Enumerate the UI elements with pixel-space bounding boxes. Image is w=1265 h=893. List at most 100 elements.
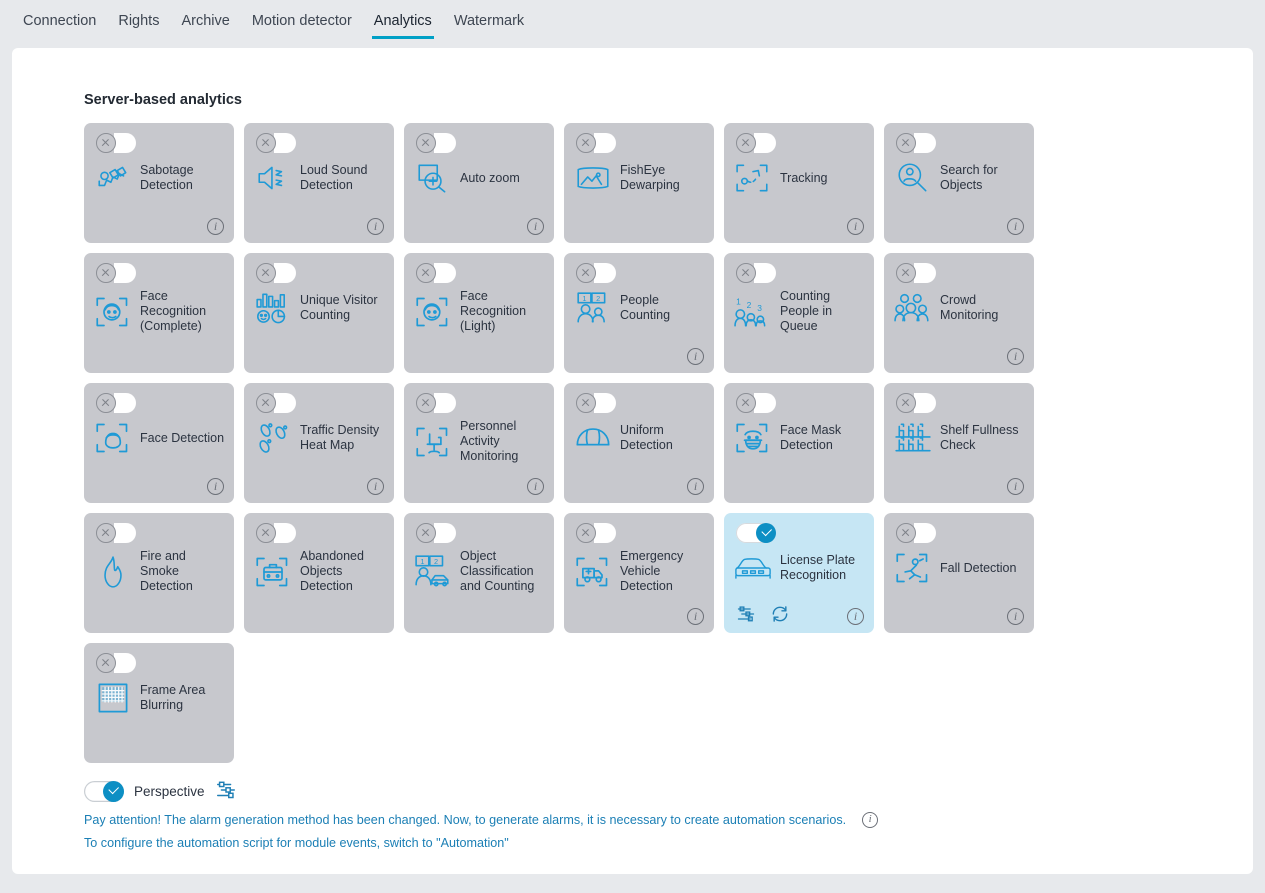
module-toggle[interactable] xyxy=(736,523,776,543)
tab-motion-detector[interactable]: Motion detector xyxy=(241,0,363,48)
module-toggle[interactable] xyxy=(896,133,936,153)
queue-counting-icon: 123 xyxy=(734,293,772,331)
info-icon[interactable]: i xyxy=(527,478,544,495)
card-body: Emergency Vehicle Detection xyxy=(574,549,706,594)
module-toggle[interactable] xyxy=(416,523,456,543)
info-icon[interactable]: i xyxy=(1007,478,1024,495)
analytics-card[interactable]: Face Recognition (Complete) xyxy=(84,253,234,373)
module-toggle[interactable] xyxy=(896,393,936,413)
analytics-card[interactable]: FishEye Dewarping xyxy=(564,123,714,243)
frame-blur-icon xyxy=(94,679,132,717)
card-label: Shelf Fullness Check xyxy=(940,423,1019,452)
analytics-card[interactable]: Uniform Detection i xyxy=(564,383,714,503)
toggle-knob xyxy=(736,133,756,153)
analytics-card[interactable]: Fire and Smoke Detection xyxy=(84,513,234,633)
svg-text:2: 2 xyxy=(747,299,752,309)
analytics-card[interactable]: Tracking i xyxy=(724,123,874,243)
info-icon[interactable]: i xyxy=(687,348,704,365)
analytics-card[interactable]: 1 2 Object Classification and Counting xyxy=(404,513,554,633)
info-icon[interactable]: i xyxy=(847,608,864,625)
analytics-card[interactable]: Abandoned Objects Detection xyxy=(244,513,394,633)
module-toggle[interactable] xyxy=(736,133,776,153)
analytics-card[interactable]: Emergency Vehicle Detection i xyxy=(564,513,714,633)
module-toggle[interactable] xyxy=(576,263,616,283)
module-toggle[interactable] xyxy=(96,263,136,283)
info-icon[interactable]: i xyxy=(1007,348,1024,365)
tab-bar: Connection Rights Archive Motion detector An… xyxy=(0,0,1265,48)
card-label: Face Mask Detection xyxy=(780,423,842,452)
info-icon[interactable]: i xyxy=(847,218,864,235)
info-icon[interactable]: i xyxy=(1007,218,1024,235)
info-icon[interactable]: i xyxy=(367,218,384,235)
analytics-card[interactable]: Crowd Monitoring i xyxy=(884,253,1034,373)
card-label: Counting People in Queue xyxy=(780,289,833,333)
analytics-card[interactable]: 1 2 People Counting i xyxy=(564,253,714,373)
analytics-card[interactable]: Fall Detection i xyxy=(884,513,1034,633)
module-toggle[interactable] xyxy=(416,393,456,413)
card-body: Traffic Density Heat Map xyxy=(254,419,386,457)
toggle-knob xyxy=(756,523,776,543)
module-toggle[interactable] xyxy=(256,393,296,413)
tab-archive[interactable]: Archive xyxy=(170,0,240,48)
info-icon[interactable]: i xyxy=(687,478,704,495)
tab-connection[interactable]: Connection xyxy=(12,0,107,48)
tab-analytics[interactable]: Analytics xyxy=(363,0,443,48)
analytics-card[interactable]: 1 2 3 Counting People in Queue xyxy=(724,253,874,373)
card-label: Search for Objects xyxy=(940,163,998,192)
tab-watermark[interactable]: Watermark xyxy=(443,0,535,48)
analytics-card[interactable]: Face Detection i xyxy=(84,383,234,503)
info-icon[interactable]: i xyxy=(207,478,224,495)
analytics-card[interactable]: Frame Area Blurring xyxy=(84,643,234,763)
module-toggle[interactable] xyxy=(736,263,776,283)
analytics-card[interactable]: Auto zoom i xyxy=(404,123,554,243)
perspective-row: Perspective xyxy=(84,779,237,804)
module-toggle[interactable] xyxy=(576,393,616,413)
card-body: Tracking xyxy=(734,159,866,197)
module-toggle[interactable] xyxy=(416,263,456,283)
analytics-card[interactable]: Face Mask Detection xyxy=(724,383,874,503)
module-toggle[interactable] xyxy=(736,393,776,413)
card-body: Abandoned Objects Detection xyxy=(254,549,386,594)
card-label: Auto zoom xyxy=(460,170,520,185)
module-toggle[interactable] xyxy=(96,133,136,153)
analytics-card[interactable]: Face Recognition (Light) xyxy=(404,253,554,373)
module-toggle[interactable] xyxy=(896,263,936,283)
analytics-card[interactable]: Search for Objects i xyxy=(884,123,1034,243)
module-toggle[interactable] xyxy=(256,523,296,543)
analytics-card[interactable]: Sabotage Detection i xyxy=(84,123,234,243)
perspective-toggle[interactable] xyxy=(84,781,124,802)
module-toggle[interactable] xyxy=(96,653,136,673)
info-icon[interactable]: i xyxy=(527,218,544,235)
analytics-card[interactable]: Shelf Fullness Check i xyxy=(884,383,1034,503)
info-icon[interactable]: i xyxy=(1007,608,1024,625)
module-toggle[interactable] xyxy=(96,393,136,413)
toggle-knob xyxy=(736,393,756,413)
analytics-card[interactable]: Traffic Density Heat Map i xyxy=(244,383,394,503)
module-toggle[interactable] xyxy=(576,523,616,543)
analytics-card[interactable]: Loud Sound Detection i xyxy=(244,123,394,243)
settings-sliders-icon[interactable] xyxy=(215,779,237,804)
chair-icon xyxy=(414,423,452,461)
module-toggle[interactable] xyxy=(256,133,296,153)
analytics-card[interactable]: Personnel Activity Monitoring i xyxy=(404,383,554,503)
module-toggle[interactable] xyxy=(96,523,136,543)
fisheye-dewarping-icon xyxy=(574,159,612,197)
toggle-knob xyxy=(256,133,276,153)
module-toggle[interactable] xyxy=(256,263,296,283)
info-icon[interactable]: i xyxy=(367,478,384,495)
info-icon[interactable]: i xyxy=(207,218,224,235)
analytics-card[interactable]: License Plate Recognition i xyxy=(724,513,874,633)
module-toggle[interactable] xyxy=(576,133,616,153)
module-toggle[interactable] xyxy=(896,523,936,543)
info-icon[interactable]: i xyxy=(862,812,879,828)
card-body: 1 2 3 Counting People in Queue xyxy=(734,289,866,334)
tab-rights[interactable]: Rights xyxy=(107,0,170,48)
card-body: Unique Visitor Counting xyxy=(254,289,386,327)
analytics-card[interactable]: Unique Visitor Counting xyxy=(244,253,394,373)
loud-sound-icon xyxy=(254,159,292,197)
settings-sliders-icon[interactable] xyxy=(736,604,756,627)
module-toggle[interactable] xyxy=(416,133,456,153)
info-icon[interactable]: i xyxy=(687,608,704,625)
card-label: Sabotage Detection xyxy=(140,163,194,192)
refresh-icon[interactable] xyxy=(770,604,790,627)
